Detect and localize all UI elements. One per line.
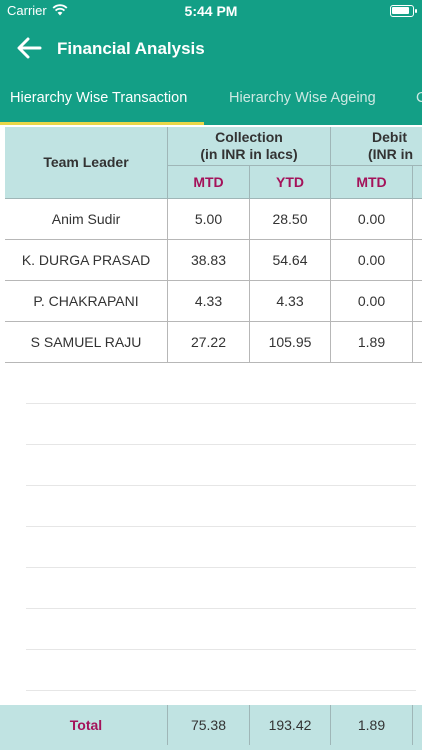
debit-unit: (INR in: [368, 146, 414, 162]
table-cell-value: 54.64: [250, 240, 331, 281]
debit-group-header: Debit (INR in: [331, 127, 422, 166]
total-label: Total: [5, 705, 168, 745]
table-cell-value: 105.95: [250, 322, 331, 363]
back-button[interactable]: [14, 34, 44, 62]
empty-row-separator: [26, 444, 416, 445]
debit-next-header-partial: [413, 166, 422, 199]
tab-next-partial[interactable]: C: [416, 74, 422, 125]
empty-row-separator: [26, 526, 416, 527]
page-title: Financial Analysis: [57, 39, 205, 58]
total-collection-mtd: 75.38: [168, 705, 250, 745]
collection-unit: (in INR in lacs): [200, 146, 298, 162]
back-arrow-icon: [17, 37, 42, 59]
debit-mtd-header: MTD: [331, 166, 413, 199]
table-cell-value: 27.22: [168, 322, 250, 363]
table-cell-leader: P. CHAKRAPANI: [5, 281, 168, 322]
collection-ytd-header: YTD: [250, 166, 331, 199]
empty-row-separator: [26, 608, 416, 609]
table-cell-leader: K. DURGA PRASAD: [5, 240, 168, 281]
tab-bar: Hierarchy Wise Transaction Hierarchy Wis…: [0, 74, 422, 125]
empty-row-separator: [26, 649, 416, 650]
empty-row-separator: [26, 403, 416, 404]
table-cell-value: 0.00: [331, 240, 413, 281]
empty-row-separator: [26, 485, 416, 486]
table-cell-value: 4.33: [250, 281, 331, 322]
table-cell-value: 5.00: [168, 199, 250, 240]
table-cell-value: 38.83: [168, 240, 250, 281]
table-cell-value: 28.50: [250, 199, 331, 240]
table-cell-value: 0.00: [331, 199, 413, 240]
collection-title: Collection: [215, 129, 283, 145]
table-cell-value: 0.00: [331, 281, 413, 322]
status-bar: Carrier 5:44 PM: [0, 0, 422, 22]
empty-row-separator: [26, 567, 416, 568]
total-collection-ytd: 193.42: [250, 705, 331, 745]
debit-title: Debit: [372, 129, 407, 145]
collection-mtd-header: MTD: [168, 166, 250, 199]
empty-row-separator: [26, 690, 416, 691]
table-cell-leader: S SAMUEL RAJU: [5, 322, 168, 363]
team-leader-header: Team Leader: [5, 127, 168, 199]
table-cell-leader: Anim Sudir: [5, 199, 168, 240]
tab-hierarchy-wise-transaction[interactable]: Hierarchy Wise Transaction: [10, 74, 187, 125]
clock-label: 5:44 PM: [184, 3, 238, 19]
total-debit-mtd: 1.89: [331, 705, 413, 745]
total-row: Total 75.38 193.42 1.89: [0, 705, 422, 750]
collection-group-header: Collection (in INR in lacs): [168, 127, 331, 166]
tab-hierarchy-wise-ageing[interactable]: Hierarchy Wise Ageing: [229, 74, 376, 125]
table-cell-value: 1.89: [331, 322, 413, 363]
transaction-table[interactable]: Team Leader Collection (in INR in lacs) …: [0, 125, 422, 705]
battery-icon: [390, 5, 417, 17]
navigation-bar: Financial Analysis: [0, 22, 422, 74]
table-cell-value: 4.33: [168, 281, 250, 322]
